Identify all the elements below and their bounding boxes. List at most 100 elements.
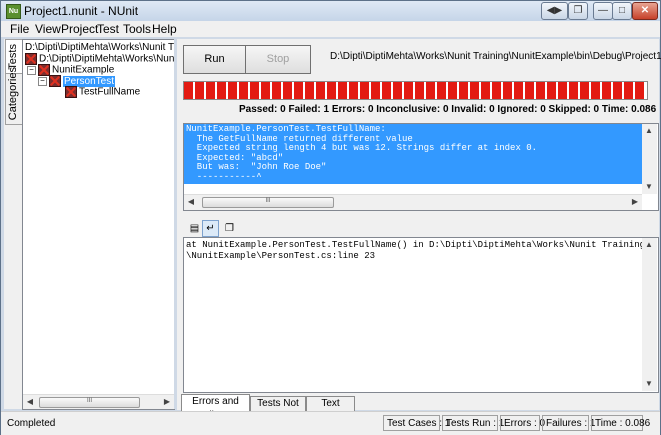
status-text: Completed — [7, 418, 56, 429]
scroll-right-icon[interactable]: ▶ — [160, 395, 174, 409]
progress-bar — [183, 81, 648, 100]
menu-file[interactable]: File — [10, 22, 29, 36]
progress-segment — [470, 82, 479, 99]
snap-icon[interactable]: ◀▶ — [541, 2, 568, 20]
progress-segment — [591, 82, 600, 99]
progress-segment — [294, 82, 303, 99]
menu-test[interactable]: Test — [97, 22, 119, 36]
progress-segment — [459, 82, 468, 99]
scroll-left-icon[interactable]: ◀ — [184, 195, 198, 209]
tab-tests-not-run[interactable]: Tests Not Run — [250, 396, 306, 423]
tree-node-namespace-label: NunitExample — [52, 64, 115, 76]
progress-segment — [635, 82, 644, 99]
run-button[interactable]: Run — [183, 45, 246, 74]
progress-segment — [547, 82, 556, 99]
results-panel: Run Stop D:\Dipti\DiptiMehta\Works\Nunit… — [177, 39, 661, 423]
progress-segment — [360, 82, 369, 99]
nunit-window: Nu Project1.nunit - NUnit ◀▶ ❐ — □ ✕ Fil… — [0, 0, 661, 435]
menu-tools[interactable]: Tools — [123, 22, 151, 36]
progress-segment — [448, 82, 457, 99]
status-bar: Completed Test Cases : 1 Tests Run : 1 E… — [1, 411, 660, 435]
progress-segment — [536, 82, 545, 99]
nunit-icon: Nu — [6, 4, 21, 19]
status-tests-run: Tests Run : 1 — [442, 415, 504, 431]
failed-test-icon — [49, 75, 61, 87]
wrap-icon[interactable]: ↵ — [202, 220, 219, 237]
tree-node-fixture-label: PersonTest — [63, 75, 116, 87]
tree-node-test[interactable]: TestFullName — [65, 86, 140, 98]
error-message-box[interactable]: NunitExample.PersonTest.TestFullName: Th… — [183, 123, 659, 211]
progress-segment — [327, 82, 336, 99]
collapse-icon[interactable]: − — [38, 76, 47, 86]
progress-segment — [283, 82, 292, 99]
scroll-right-icon[interactable]: ▶ — [628, 195, 642, 209]
left-tab-strip: Tests Categories — [4, 39, 23, 409]
copy-icon[interactable]: ▤ — [186, 220, 203, 237]
progress-segment — [206, 82, 215, 99]
failed-test-icon — [65, 86, 77, 98]
message-hscrollbar[interactable]: ◀ III ▶ — [184, 194, 642, 210]
progress-segment — [580, 82, 589, 99]
progress-segment — [371, 82, 380, 99]
stack-trace-text[interactable]: at NunitExample.PersonTest.TestFullName(… — [186, 240, 645, 262]
progress-segment — [382, 82, 391, 99]
progress-segment — [404, 82, 413, 99]
progress-segment — [624, 82, 633, 99]
tree-scroll-thumb[interactable]: III — [39, 397, 140, 408]
progress-segment — [525, 82, 534, 99]
progress-segment — [239, 82, 248, 99]
maximize-button[interactable]: □ — [612, 2, 632, 20]
progress-segment — [415, 82, 424, 99]
progress-segment — [250, 82, 259, 99]
progress-segment — [228, 82, 237, 99]
stop-button[interactable]: Stop — [245, 45, 311, 74]
progress-segment — [349, 82, 358, 99]
menu-view[interactable]: View — [35, 22, 61, 36]
message-scroll-thumb[interactable]: III — [202, 197, 334, 208]
status-test-cases: Test Cases : 1 — [383, 415, 450, 431]
test-tree[interactable]: D:\Dipti\DiptiMehta\Works\Nunit Training… — [22, 39, 175, 410]
tab-errors-and-failures[interactable]: Errors and Failures — [181, 394, 250, 421]
tab-text-output[interactable]: Text Output — [306, 396, 355, 423]
error-message-text[interactable]: NunitExample.PersonTest.TestFullName: Th… — [184, 124, 642, 184]
tree-node-assembly-label: D:\Dipti\DiptiMehta\Works\Nunit Traini — [39, 53, 175, 65]
progress-segment — [558, 82, 567, 99]
restore-icon[interactable]: ❐ — [568, 2, 588, 20]
title-bar[interactable]: Nu Project1.nunit - NUnit ◀▶ ❐ — □ ✕ — [1, 1, 660, 21]
progress-segment — [338, 82, 347, 99]
scroll-down-icon[interactable]: ▼ — [642, 377, 656, 391]
status-failures: Failures : 1 — [542, 415, 595, 431]
scroll-left-icon[interactable]: ◀ — [23, 395, 37, 409]
scroll-up-icon[interactable]: ▲ — [642, 124, 656, 138]
progress-segment — [569, 82, 578, 99]
message-vscrollbar[interactable]: ▲ ▼ — [642, 124, 657, 194]
menu-project[interactable]: Project — [61, 22, 98, 36]
scroll-up-icon[interactable]: ▲ — [642, 238, 656, 252]
trace-vscrollbar[interactable]: ▲ ▼ — [642, 238, 657, 391]
tab-categories-label: Categories — [7, 66, 19, 120]
progress-segment — [261, 82, 270, 99]
assembly-path: D:\Dipti\DiptiMehta\Works\Nunit Training… — [330, 51, 661, 62]
progress-segment — [602, 82, 611, 99]
progress-segment — [393, 82, 402, 99]
details-icon[interactable]: ❐ — [221, 220, 238, 237]
progress-segment — [184, 82, 193, 99]
progress-segment — [481, 82, 490, 99]
progress-segment — [426, 82, 435, 99]
tab-categories[interactable]: Categories — [5, 67, 23, 125]
progress-segment — [272, 82, 281, 99]
stack-trace-box[interactable]: at NunitExample.PersonTest.TestFullName(… — [183, 237, 659, 393]
progress-segment — [316, 82, 325, 99]
menu-help[interactable]: Help — [152, 22, 177, 36]
run-summary: Passed: 0 Failed: 1 Errors: 0 Inconclusi… — [239, 104, 657, 115]
close-button[interactable]: ✕ — [632, 2, 658, 20]
progress-segment — [514, 82, 523, 99]
scroll-down-icon[interactable]: ▼ — [642, 180, 656, 194]
progress-segment — [437, 82, 446, 99]
window-title: Project1.nunit - NUnit — [24, 4, 139, 18]
progress-segment — [195, 82, 204, 99]
minimize-button[interactable]: — — [593, 2, 613, 20]
tree-hscrollbar[interactable]: ◀ III ▶ — [23, 394, 174, 409]
collapse-icon[interactable]: − — [27, 65, 36, 75]
progress-segment — [492, 82, 501, 99]
